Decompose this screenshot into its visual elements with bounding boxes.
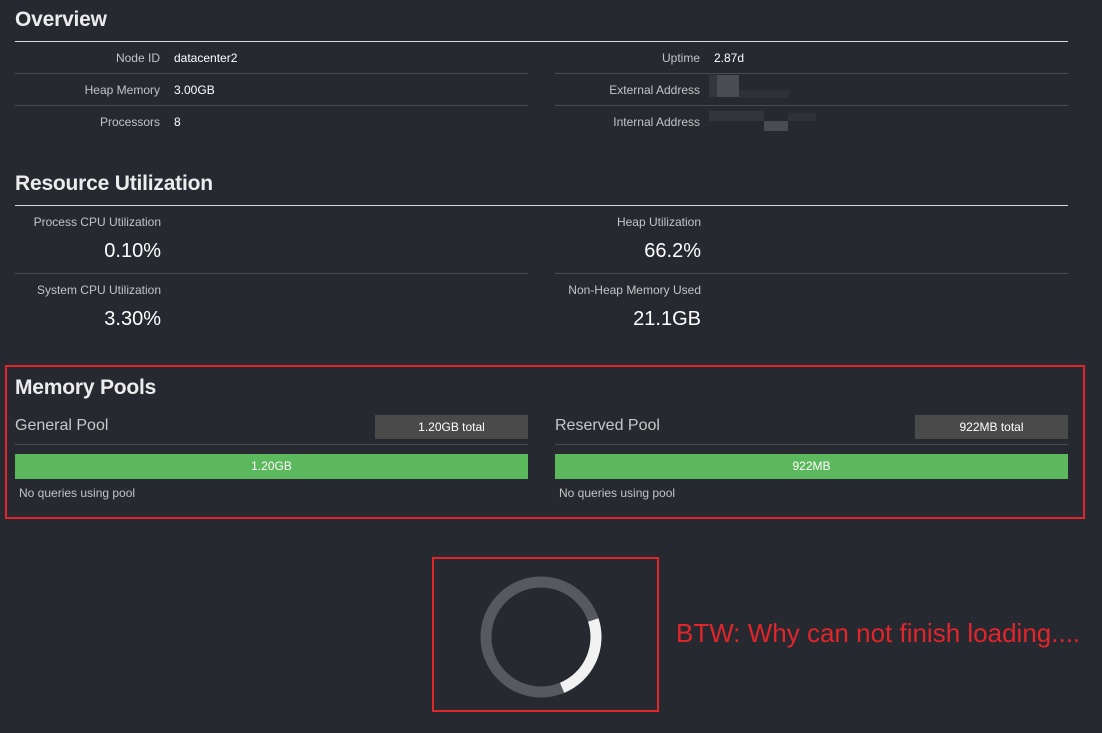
overview-rule: [15, 41, 1068, 42]
reserved-pool-total-badge: 922MB total: [915, 415, 1068, 439]
row-divider: [555, 273, 1068, 274]
non-heap-memory-value: 21.1GB: [633, 308, 701, 330]
redacted-block: [739, 90, 789, 98]
uptime-value: 2.87d: [714, 51, 745, 65]
general-pool-title: General Pool: [15, 417, 109, 434]
heap-utilization-value: 66.2%: [644, 240, 701, 262]
system-cpu-label: System CPU Utilization: [36, 283, 161, 297]
resource-utilization-title: Resource Utilization: [15, 172, 213, 195]
row-divider: [15, 105, 528, 106]
redacted-block: [709, 111, 764, 121]
processors-value: 8: [174, 115, 181, 129]
node-id-label: Node ID: [115, 51, 160, 65]
general-pool-bar: 1.20GB: [15, 454, 528, 479]
redacted-block: [717, 75, 739, 97]
process-cpu-label: Process CPU Utilization: [33, 215, 161, 229]
general-pool-total-badge: 1.20GB total: [375, 415, 528, 439]
redacted-block: [709, 75, 717, 97]
pool-divider: [15, 444, 528, 445]
memory-pools-highlight-box: [5, 365, 1085, 519]
row-divider: [15, 73, 528, 74]
heap-memory-value: 3.00GB: [174, 83, 215, 97]
spinner-icon: [480, 576, 602, 698]
memory-pools-title: Memory Pools: [15, 376, 157, 399]
heap-memory-label: Heap Memory: [84, 83, 160, 97]
process-cpu-value: 0.10%: [104, 240, 161, 262]
row-divider: [555, 73, 1068, 74]
internal-address-label: Internal Address: [613, 115, 700, 129]
general-pool-note: No queries using pool: [19, 486, 136, 500]
heap-utilization-label: Heap Utilization: [616, 215, 701, 229]
redacted-block: [788, 113, 816, 121]
overview-title: Overview: [15, 8, 107, 31]
system-cpu-value: 3.30%: [104, 308, 161, 330]
reserved-pool-title: Reserved Pool: [555, 417, 660, 434]
reserved-pool-note: No queries using pool: [559, 486, 676, 500]
non-heap-memory-label: Non-Heap Memory Used: [568, 283, 701, 297]
uptime-label: Uptime: [661, 51, 700, 65]
processors-label: Processors: [99, 115, 160, 129]
redacted-block: [764, 121, 788, 131]
node-id-value: datacenter2: [174, 51, 238, 65]
pool-divider: [555, 444, 1068, 445]
reserved-pool-bar: 922MB: [555, 454, 1068, 479]
row-divider: [555, 105, 1068, 106]
external-address-label: External Address: [609, 83, 700, 97]
resource-rule: [15, 205, 1068, 206]
annotation-text: BTW: Why can not finish loading....: [676, 618, 1081, 648]
row-divider: [15, 273, 528, 274]
